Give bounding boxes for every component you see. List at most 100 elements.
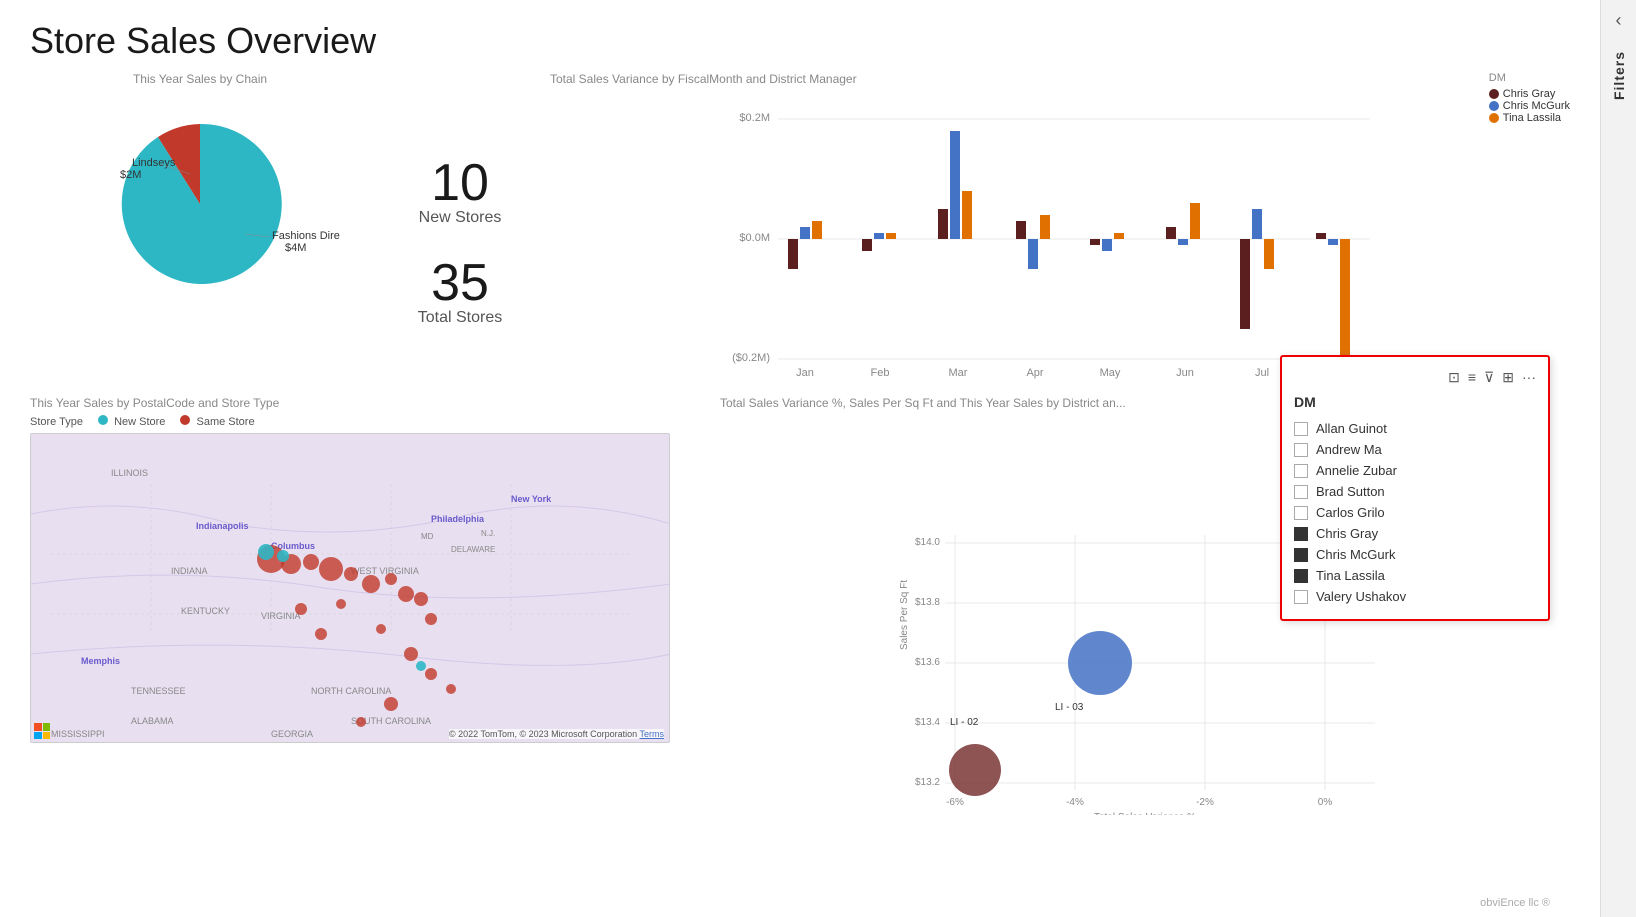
y-tick-138: $13.8 (915, 597, 940, 608)
filter-panel: ⊡ ≡ ⊽ ⊞ ··· DM Allan Guinot Andrew Ma An… (1280, 355, 1550, 621)
bar-mar-lassila[interactable] (962, 191, 972, 239)
map-dot-4[interactable] (319, 557, 343, 581)
bar-jun-mcgurk[interactable] (1178, 239, 1188, 245)
map-dot-new-3[interactable] (416, 661, 426, 671)
y-tick-136: $13.6 (915, 657, 940, 668)
bar-aug-lassila[interactable] (1340, 239, 1350, 371)
bar-jun-lassila[interactable] (1190, 203, 1200, 239)
map-dot-13[interactable] (425, 668, 437, 680)
map-svg: Indianapolis Columbus Philadelphia New Y… (31, 434, 670, 743)
store-type-label: Store Type (30, 416, 83, 428)
main-content: Store Sales Overview This Year Sales by … (0, 0, 1600, 917)
bar-chart-svg: $0.2M $0.0M ($0.2M) (550, 91, 1570, 381)
filter-item-valery: Valery Ushakov (1294, 586, 1536, 607)
bar-may-mcgurk[interactable] (1102, 239, 1112, 251)
bubble-li03-label: LI - 03 (1055, 702, 1084, 713)
bubble-li02[interactable] (949, 744, 1001, 796)
bar-aug-gray[interactable] (1316, 233, 1326, 239)
map-dot-new-2[interactable] (277, 550, 289, 562)
more-icon[interactable]: ··· (1522, 369, 1536, 386)
bar-feb-mcgurk[interactable] (874, 233, 884, 239)
fashions-value: $4M (285, 242, 306, 254)
state-alabama: ALABAMA (131, 716, 174, 726)
map-dot-5[interactable] (344, 567, 358, 581)
terms-link[interactable]: Terms (640, 729, 665, 739)
pie-fashions-direct[interactable] (122, 124, 282, 284)
bar-jun-gray[interactable] (1166, 227, 1176, 239)
map-dot-10[interactable] (425, 613, 437, 625)
map-dot-15[interactable] (384, 697, 398, 711)
total-stores-label: Total Stores (418, 309, 502, 327)
top-section: This Year Sales by Chain Lindseys $2M Fa… (30, 72, 1570, 381)
bar-apr-gray[interactable] (1016, 221, 1026, 239)
state-west-virginia: WEST VIRGINIA (351, 566, 419, 576)
map-dot-17[interactable] (295, 603, 307, 615)
bar-jul-lassila[interactable] (1264, 239, 1274, 269)
bar-chart-container: $0.2M $0.0M ($0.2M) (550, 91, 1570, 381)
y-label-mid: $0.0M (739, 232, 770, 244)
bar-jul-gray[interactable] (1240, 239, 1250, 329)
bar-jan-gray[interactable] (788, 239, 798, 269)
map-dot-3[interactable] (303, 554, 319, 570)
filter-item-chris-mcgurk: Chris McGurk (1294, 544, 1536, 565)
checkbox-allan[interactable] (1294, 422, 1308, 436)
pie-title: This Year Sales by Chain (30, 72, 370, 86)
bar-apr-mcgurk[interactable] (1028, 239, 1038, 269)
resize-icon[interactable]: ⊡ (1448, 369, 1460, 386)
checkbox-andrew[interactable] (1294, 443, 1308, 457)
map-dot-19[interactable] (315, 628, 327, 640)
checkbox-chris-mcgurk[interactable] (1294, 548, 1308, 562)
map-container[interactable]: Indianapolis Columbus Philadelphia New Y… (30, 433, 670, 743)
city-indianapolis: Indianapolis (196, 521, 249, 531)
new-store-label: New Store (114, 416, 165, 428)
checkbox-tina[interactable] (1294, 569, 1308, 583)
expand-icon[interactable]: ⊞ (1502, 369, 1514, 386)
metrics-section: 10 New Stores 35 Total Stores (370, 72, 550, 381)
map-dot-14[interactable] (446, 684, 456, 694)
checkbox-brad[interactable] (1294, 485, 1308, 499)
list-icon[interactable]: ≡ (1468, 369, 1476, 386)
bar-feb-gray[interactable] (862, 239, 872, 251)
filter-icon-btn[interactable]: ⊽ (1484, 369, 1494, 386)
map-dot-12[interactable] (404, 647, 418, 661)
bar-aug-mcgurk[interactable] (1328, 239, 1338, 245)
map-dot-new-1[interactable] (258, 544, 274, 560)
bar-jan-mcgurk[interactable] (800, 227, 810, 239)
bar-may-gray[interactable] (1090, 239, 1100, 245)
bar-mar-gray[interactable] (938, 209, 948, 239)
lindseys-value: $2M (120, 169, 141, 181)
bar-jan-lassila[interactable] (812, 221, 822, 239)
city-memphis: Memphis (81, 656, 120, 666)
back-icon[interactable]: ‹ (1616, 10, 1622, 31)
map-dot-8[interactable] (398, 586, 414, 602)
label-valery: Valery Ushakov (1316, 589, 1406, 604)
checkbox-chris-gray[interactable] (1294, 527, 1308, 541)
map-dot-16[interactable] (356, 717, 366, 727)
pie-svg: Lindseys $2M Fashions Direct $4M (60, 94, 340, 294)
bar-feb-lassila[interactable] (886, 233, 896, 239)
state-md: MD (421, 532, 434, 541)
map-dot-9[interactable] (414, 592, 428, 606)
checkbox-carlos[interactable] (1294, 506, 1308, 520)
state-north-carolina: NORTH CAROLINA (311, 686, 391, 696)
map-dot-6[interactable] (362, 575, 380, 593)
filters-label[interactable]: Filters (1611, 51, 1627, 100)
bar-may-lassila[interactable] (1114, 233, 1124, 239)
map-dot-18[interactable] (336, 599, 346, 609)
filter-item-allan: Allan Guinot (1294, 418, 1536, 439)
same-store-dot (180, 415, 190, 425)
y-tick-132: $13.2 (915, 777, 940, 788)
bar-jul-mcgurk[interactable] (1252, 209, 1262, 239)
label-annelie: Annelie Zubar (1316, 463, 1397, 478)
x-label-feb: Feb (871, 367, 890, 379)
checkbox-annelie[interactable] (1294, 464, 1308, 478)
bubble-li03[interactable] (1068, 631, 1132, 695)
checkbox-valery[interactable] (1294, 590, 1308, 604)
scatter-x-label: Total Sales Variance % (1094, 812, 1196, 815)
bar-apr-lassila[interactable] (1040, 215, 1050, 239)
same-store-label: Same Store (196, 416, 254, 428)
bar-mar-mcgurk[interactable] (950, 131, 960, 239)
new-store-dot (98, 415, 108, 425)
map-dot-7[interactable] (385, 573, 397, 585)
map-dot-11[interactable] (376, 624, 386, 634)
